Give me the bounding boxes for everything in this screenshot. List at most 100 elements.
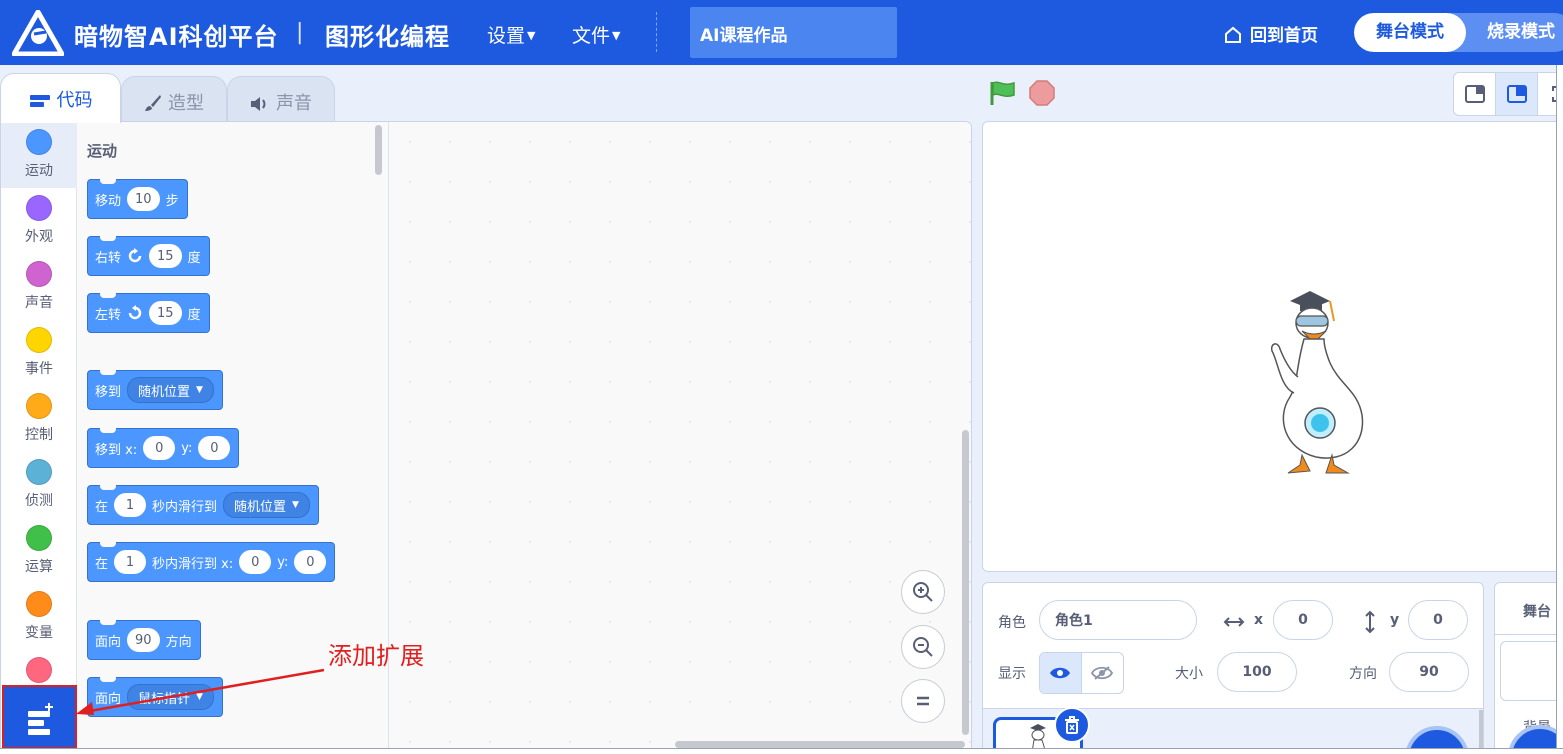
- brand-name: 暗物智AI科创平台: [74, 23, 279, 51]
- hide-sprite-button[interactable]: [1082, 653, 1124, 693]
- workspace-vertical-scrollbar[interactable]: [962, 430, 969, 735]
- category-label: 声音: [25, 295, 53, 311]
- burn-mode-button[interactable]: 烧录模式: [1487, 13, 1555, 52]
- stage-mode-button[interactable]: 舞台模式: [1354, 13, 1466, 52]
- app-subtitle: 图形化编程: [325, 23, 450, 51]
- block-input[interactable]: 0: [294, 550, 327, 574]
- delete-sprite-button[interactable]: [1054, 707, 1090, 743]
- direction-input[interactable]: 90: [1389, 652, 1469, 692]
- category-dot-icon: [26, 393, 52, 419]
- category-dot-icon: [26, 591, 52, 617]
- block-input[interactable]: 15: [149, 244, 182, 268]
- category-operators[interactable]: 运算: [1, 518, 77, 584]
- window-scrollbar[interactable]: [1556, 65, 1563, 754]
- normal-stage-button[interactable]: [1496, 73, 1538, 115]
- category-label: 运动: [25, 163, 53, 179]
- block-goto-xy[interactable]: 移到 x: 0 y: 0: [87, 428, 240, 468]
- category-label: 变量: [25, 625, 53, 641]
- category-events[interactable]: 事件: [1, 320, 77, 386]
- block-input[interactable]: 1: [114, 550, 147, 574]
- horizontal-arrows-icon: [1223, 617, 1245, 627]
- category-dot-icon: [26, 261, 52, 287]
- code-blocks-icon: [29, 95, 50, 107]
- block-turn-right[interactable]: 右转 15 度: [87, 236, 210, 276]
- x-input[interactable]: 0: [1273, 600, 1333, 640]
- eye-icon: [1050, 667, 1071, 679]
- block-goto[interactable]: 移到 随机位置 ▼: [87, 370, 223, 410]
- script-area[interactable]: [390, 122, 971, 748]
- tab-costumes[interactable]: 造型: [121, 76, 227, 122]
- block-move-steps[interactable]: 移动 10 步: [87, 179, 188, 219]
- block-input[interactable]: 1: [114, 493, 147, 517]
- home-icon: [1225, 26, 1241, 43]
- sprite-info-panel: 角色 角色1 x 0 y 0 显示 大小 100 方向 90: [982, 582, 1484, 754]
- block-text: 度: [187, 250, 201, 266]
- block-input[interactable]: 90: [127, 628, 160, 652]
- project-title-field[interactable]: AI课程作品: [690, 7, 897, 58]
- palette-scrollbar[interactable]: [375, 125, 382, 175]
- add-extension-button[interactable]: [2, 685, 77, 748]
- home-button[interactable]: 回到首页: [1224, 21, 1318, 46]
- block-glide[interactable]: 在 1 秒内滑行到 随机位置 ▼: [87, 485, 319, 525]
- stage-panel-title: 舞台: [1523, 604, 1551, 620]
- category-sound[interactable]: 声音: [1, 254, 77, 320]
- small-stage-button[interactable]: [1454, 73, 1496, 115]
- sprite-label: 角色: [998, 615, 1026, 631]
- green-flag-icon[interactable]: [989, 80, 1017, 106]
- stage-thumbnail[interactable]: [1500, 641, 1563, 701]
- category-dot-icon: [26, 195, 52, 221]
- block-text: 度: [187, 307, 201, 323]
- tab-sounds[interactable]: 声音: [227, 76, 335, 122]
- brand-logo-icon[interactable]: [12, 10, 64, 56]
- file-menu[interactable]: 文件 ▼: [572, 21, 620, 48]
- settings-menu[interactable]: 设置 ▼: [487, 21, 535, 48]
- size-label: 大小: [1175, 666, 1203, 682]
- stop-icon[interactable]: [1029, 80, 1055, 106]
- dropdown-value: 随机位置: [234, 499, 287, 515]
- block-dropdown[interactable]: 随机位置 ▼: [127, 377, 214, 403]
- caret-down-icon: ▼: [196, 385, 203, 395]
- zoom-reset-button[interactable]: [901, 679, 945, 723]
- block-input[interactable]: 0: [143, 436, 176, 460]
- palette-section-title: 运动: [87, 142, 118, 160]
- category-sensing[interactable]: 侦测: [1, 452, 77, 518]
- tab-sounds-label: 声音: [276, 93, 312, 114]
- category-label: 运算: [25, 559, 53, 575]
- sprite-name-input[interactable]: 角色1: [1039, 600, 1197, 640]
- visibility-toggle: [1039, 652, 1124, 694]
- block-text: 方向: [165, 634, 192, 650]
- zoom-in-button[interactable]: [901, 570, 945, 614]
- goose-sprite[interactable]: [1268, 287, 1378, 482]
- divider: [1495, 634, 1563, 635]
- block-text: 秒内滑行到 x:: [152, 556, 234, 572]
- workspace-horizontal-scrollbar[interactable]: [675, 741, 965, 748]
- block-text: 左转: [95, 307, 122, 323]
- show-label: 显示: [998, 666, 1026, 682]
- size-input[interactable]: 100: [1217, 652, 1297, 692]
- block-input[interactable]: 10: [127, 187, 160, 211]
- normal-stage-icon: [1506, 85, 1527, 103]
- category-looks[interactable]: 外观: [1, 188, 77, 254]
- block-dropdown[interactable]: 随机位置 ▼: [223, 492, 310, 518]
- show-sprite-button[interactable]: [1040, 653, 1082, 693]
- block-glide-xy[interactable]: 在 1 秒内滑行到 x: 0 y: 0: [87, 542, 336, 582]
- paintbrush-icon: [145, 95, 161, 111]
- zoom-out-button[interactable]: [901, 625, 945, 669]
- stage-canvas[interactable]: [982, 121, 1563, 572]
- y-input[interactable]: 0: [1408, 600, 1468, 640]
- block-input[interactable]: 0: [239, 550, 272, 574]
- block-turn-left[interactable]: 左转 15 度: [87, 293, 210, 333]
- block-input[interactable]: 0: [198, 436, 231, 460]
- category-motion[interactable]: 运动: [1, 122, 77, 188]
- block-input[interactable]: 15: [149, 301, 182, 325]
- block-text: y:: [181, 440, 193, 456]
- tab-code[interactable]: 代码: [0, 73, 121, 123]
- caret-down-icon: ▼: [292, 500, 299, 510]
- category-variables[interactable]: 变量: [1, 584, 77, 650]
- block-point-direction[interactable]: 面向 90 方向: [87, 620, 201, 660]
- category-control[interactable]: 控制: [1, 386, 77, 452]
- stage-layout-buttons: [1453, 72, 1563, 116]
- category-label: 事件: [25, 361, 53, 377]
- category-dot-icon: [26, 657, 52, 683]
- block-text: 在: [95, 556, 109, 572]
